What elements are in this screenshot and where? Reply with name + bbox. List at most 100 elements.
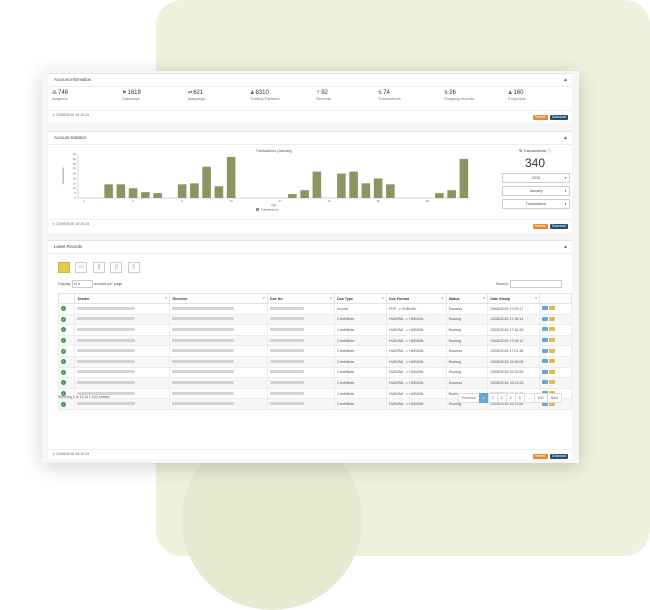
view-icon[interactable] [542, 338, 549, 343]
expand-cell[interactable]: + [57, 355, 76, 368]
page-length-select[interactable]: 10 ▾ [71, 280, 93, 288]
column-header-doc-format[interactable]: Doc Format ⇅ [386, 293, 447, 304]
expand-icon[interactable]: + [61, 338, 66, 344]
chart-title: Transactions (January) [256, 149, 293, 153]
expand-icon[interactable]: + [61, 306, 66, 312]
redacted-receiver [172, 391, 235, 395]
download-button[interactable]: Download [549, 115, 568, 120]
chart-bar [337, 173, 346, 198]
file-icon[interactable]: ▯ [110, 262, 123, 273]
expand-cell[interactable]: + [57, 313, 76, 326]
view-icon[interactable] [542, 380, 549, 385]
column-header-status[interactable]: Status ⇅ [445, 293, 489, 304]
chart-bar [386, 184, 395, 198]
table-row[interactable]: + Invoice PDF -> HUBXML Success 23/08/2018 1… [57, 303, 572, 315]
view-icon[interactable] [542, 348, 549, 353]
refresh-button[interactable]: Refresh [532, 454, 548, 459]
table-row[interactable]: + CreditNoteHUBXML -> HUBXMLRouting23/08/… [57, 366, 572, 379]
date-cell: 23/08/2018 17:06:12 [487, 334, 541, 347]
dropdown-icon: ▼ [564, 176, 567, 180]
doc-type-cell: CreditNote [334, 377, 388, 389]
receiver-cell [169, 398, 268, 410]
page-length-control: Display 10 ▾ records per page [58, 280, 122, 288]
view-icon[interactable] [542, 369, 549, 374]
search-input[interactable] [510, 280, 562, 288]
edit-icon[interactable] [549, 338, 556, 343]
doc-no-cell [266, 355, 336, 368]
collapse-icon[interactable]: ▲ [563, 74, 568, 86]
home-icon[interactable]: ⌂ [58, 262, 70, 273]
expand-cell[interactable]: + [57, 366, 76, 379]
dropdown-icon: ▼ [564, 202, 567, 206]
doc-format-cell: HUBXML -> HUBXML [386, 313, 447, 326]
x-tick-label: 17 [279, 199, 283, 203]
stats-row: ⁂748 Adapters ⚑1619 Gateways ⇄621 Mappings ♟83… [48, 87, 572, 109]
redacted-sender [77, 317, 136, 321]
expand-icon[interactable]: + [61, 380, 66, 386]
table-row[interactable]: + CreditNote HUBXML -> HUBXML Success 23/08/… [57, 345, 572, 357]
column-header-sender[interactable]: Sender ⇅ [74, 293, 171, 304]
download-button[interactable]: Download [549, 454, 568, 459]
expand-cell[interactable]: + [57, 324, 76, 336]
sort-icon: ⇅ [381, 296, 385, 300]
column-header-doc-type[interactable]: Doc Type ⇅ [334, 293, 388, 304]
column-header-receiver[interactable]: Receiver ⇅ [169, 293, 268, 304]
edit-icon[interactable] [549, 327, 556, 332]
edit-icon[interactable] [549, 348, 556, 353]
edit-icon[interactable] [549, 380, 556, 385]
view-icon[interactable] [542, 306, 549, 311]
file-text-icon[interactable]: ▯ [127, 262, 140, 273]
expand-icon[interactable]: + [61, 359, 66, 365]
expand-icon[interactable]: + [61, 369, 66, 375]
page-previous-button[interactable]: Previous [457, 393, 480, 403]
download-button[interactable]: Download [549, 224, 568, 229]
stat-mappings: ⇄621 Mappings [188, 90, 205, 101]
expand-icon[interactable]: + [61, 401, 66, 407]
expand-icon[interactable]: + [61, 348, 66, 354]
document-icon[interactable]: ▯ [92, 262, 105, 273]
chart-bar [459, 158, 469, 198]
table-row[interactable]: + CreditNote HUBXML -> HUBXML Success 23/08/… [57, 377, 572, 389]
column-header-doc-no[interactable]: Doc No ⇅ [266, 293, 336, 304]
refresh-button[interactable]: Refresh [532, 115, 548, 120]
expand-cell[interactable]: + [57, 377, 76, 389]
table-row[interactable]: + CreditNoteHUBXML -> HUBXMLRouting23/08/… [57, 313, 572, 326]
doc-format-cell: HUBXML -> HUBXML [386, 387, 447, 400]
edit-icon[interactable] [549, 369, 556, 374]
status-cell: Success [445, 303, 489, 315]
account-stats-panel: Account statistics ▲ Transactions (Janua… [48, 131, 572, 233]
stat-label: Adapters [52, 96, 69, 101]
legend-label: Transactions [261, 208, 279, 212]
page-100-button[interactable]: 100 [533, 393, 548, 403]
edit-icon[interactable] [549, 306, 556, 311]
expand-cell[interactable]: + [57, 345, 76, 357]
month-select[interactable]: January ▼ [502, 186, 570, 196]
expand-cell[interactable]: + [57, 334, 76, 347]
column-header-date-stamp[interactable]: Date Stamp ⇅ [487, 293, 541, 304]
view-icon[interactable] [542, 327, 549, 332]
expand-icon[interactable]: + [61, 327, 66, 333]
info-icon[interactable]: ⓘ [547, 148, 551, 153]
page-next-button[interactable]: Next [546, 393, 562, 403]
edit-icon[interactable] [549, 359, 556, 364]
expand-cell[interactable]: + [57, 303, 76, 315]
inbox-icon[interactable]: ▭ [75, 262, 88, 273]
edit-icon[interactable] [549, 316, 556, 321]
actions-cell [539, 355, 572, 368]
view-icon[interactable] [542, 316, 549, 321]
stat-label: Endpoints [508, 96, 526, 101]
table-row[interactable]: + CreditNoteHUBXML -> HUBXMLRouting23/08/… [57, 355, 572, 368]
year-select[interactable]: 2018 ▼ [502, 173, 570, 183]
type-select[interactable]: Transactions ▼ [502, 199, 570, 209]
collapse-icon[interactable]: ▲ [563, 241, 568, 253]
refresh-button[interactable]: Refresh [532, 224, 548, 229]
collapse-icon[interactable]: ▲ [563, 132, 568, 144]
expand-cell[interactable]: + [57, 398, 76, 410]
expand-icon[interactable]: + [61, 316, 66, 322]
table-row[interactable]: + CreditNoteHUBXML -> HUBXMLRouting23/08/… [57, 324, 572, 336]
view-icon[interactable] [542, 359, 549, 364]
side-value: 340 [524, 156, 546, 170]
table-row[interactable]: + CreditNoteHUBXML -> HUBXMLRouting23/08/… [57, 334, 572, 347]
sender-cell [74, 398, 171, 410]
panel-title: Account information [54, 77, 92, 82]
